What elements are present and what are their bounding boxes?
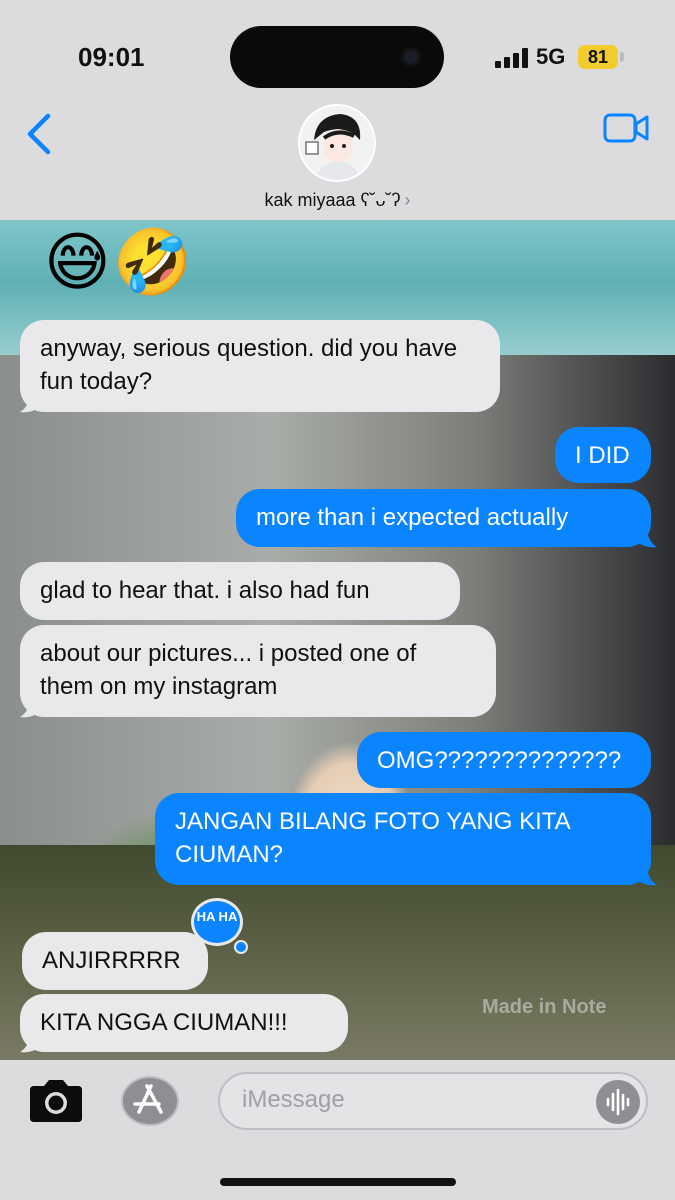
video-call-icon[interactable] bbox=[603, 112, 649, 144]
contact-avatar[interactable] bbox=[298, 104, 376, 182]
bubble-tail-icon bbox=[635, 527, 657, 548]
camera-icon[interactable] bbox=[26, 1078, 86, 1124]
outgoing-message[interactable]: I DID bbox=[555, 427, 651, 483]
chevron-right-icon: › bbox=[404, 190, 411, 210]
message-text: ANJIRRRRR bbox=[42, 947, 181, 974]
message-text: more than i expected actually bbox=[256, 504, 569, 531]
message-text: anyway, serious question. did you have f… bbox=[40, 335, 458, 395]
contact-name-button[interactable]: kak miyaaa ʕ˘ᴗ˘ʔ › bbox=[0, 190, 675, 211]
cellular-signal-icon bbox=[495, 48, 529, 68]
waveform-icon bbox=[606, 1088, 630, 1116]
app-store-icon bbox=[133, 1084, 163, 1114]
message-text: JANGAN BILANG FOTO YANG KITA CIUMAN? bbox=[175, 808, 570, 868]
emoji-message[interactable]: 😅🤣 bbox=[44, 222, 194, 302]
incoming-message[interactable]: KITA NGGA CIUMAN!!! bbox=[20, 994, 348, 1052]
incoming-message[interactable]: about our pictures... i posted one of th… bbox=[20, 625, 496, 717]
message-text: OMG?????????????? bbox=[377, 747, 622, 774]
audio-message-button[interactable] bbox=[596, 1080, 640, 1124]
contact-name-label: kak miyaaa ʕ˘ᴗ˘ʔ bbox=[264, 190, 401, 210]
status-time: 09:01 bbox=[78, 42, 145, 72]
watermark-text: Made in Note bbox=[482, 996, 607, 1018]
message-text: I DID bbox=[575, 442, 630, 469]
network-type: 5G bbox=[536, 44, 566, 69]
app-store-button[interactable] bbox=[121, 1076, 179, 1126]
outgoing-message[interactable]: JANGAN BILANG FOTO YANG KITA CIUMAN? bbox=[155, 793, 651, 885]
front-camera-icon bbox=[401, 47, 421, 67]
incoming-message[interactable]: ANJIRRRRR bbox=[22, 932, 208, 990]
bubble-tail-icon bbox=[20, 697, 42, 718]
incoming-message[interactable]: glad to hear that. i also had fun bbox=[20, 562, 460, 620]
reaction-tail-dot bbox=[234, 940, 248, 954]
reaction-label: HA HA bbox=[196, 909, 238, 924]
bubble-tail-icon bbox=[20, 1032, 42, 1053]
battery-tip-icon bbox=[620, 52, 624, 62]
message-text: about our pictures... i posted one of th… bbox=[40, 640, 417, 700]
incoming-message[interactable]: anyway, serious question. did you have f… bbox=[20, 320, 500, 412]
outgoing-message[interactable]: more than i expected actually bbox=[236, 489, 651, 547]
avatar-illustration bbox=[300, 106, 374, 180]
home-indicator bbox=[220, 1178, 456, 1186]
message-text: KITA NGGA CIUMAN!!! bbox=[40, 1009, 288, 1036]
haha-reaction-badge[interactable]: HA HA bbox=[191, 898, 243, 946]
back-chevron-icon[interactable] bbox=[24, 112, 56, 156]
bubble-tail-icon bbox=[635, 865, 657, 886]
imessage-placeholder: iMessage bbox=[242, 1086, 345, 1113]
battery-indicator: 81 bbox=[578, 45, 618, 69]
outgoing-message[interactable]: OMG?????????????? bbox=[357, 732, 651, 788]
message-text: glad to hear that. i also had fun bbox=[40, 577, 370, 604]
bubble-tail-icon bbox=[20, 392, 42, 413]
